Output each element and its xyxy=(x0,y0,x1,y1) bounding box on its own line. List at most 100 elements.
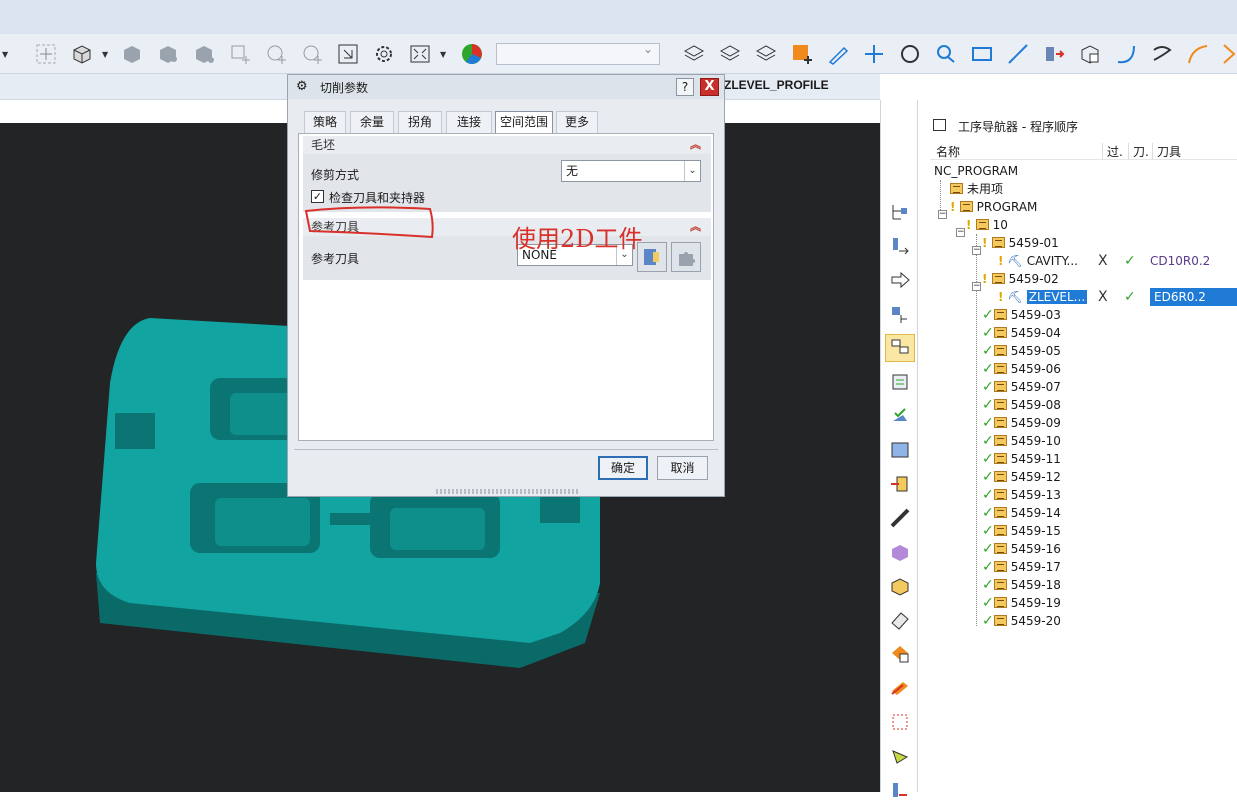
curve-icon[interactable] xyxy=(1112,40,1140,68)
import-icon[interactable] xyxy=(885,470,915,498)
tab-connect[interactable]: 连接 xyxy=(446,111,492,133)
orange-cube-icon[interactable] xyxy=(788,40,816,68)
chevron-right-icon[interactable] xyxy=(1214,40,1237,68)
collapse-toggle-icon[interactable]: − xyxy=(956,228,965,237)
program-order-icon[interactable] xyxy=(885,334,915,362)
trim-select[interactable]: 无 ⌄ xyxy=(561,160,701,182)
tree-row[interactable]: ✓ 5459-05 xyxy=(982,342,1061,360)
rectangle-icon[interactable] xyxy=(968,40,996,68)
orange-transform-icon[interactable] xyxy=(885,640,915,668)
cancel-button[interactable]: 取消 xyxy=(657,456,708,480)
tab-more[interactable]: 更多 xyxy=(556,111,598,133)
col-path[interactable]: 过. xyxy=(1102,143,1123,160)
search-point-icon[interactable] xyxy=(298,40,326,68)
shaded-multi-icon[interactable] xyxy=(154,40,182,68)
zoom-fit-icon[interactable] xyxy=(406,40,434,68)
collapse-toggle-icon[interactable]: − xyxy=(972,282,981,291)
operation-list-icon[interactable] xyxy=(885,368,915,396)
line-icon[interactable] xyxy=(1004,40,1032,68)
program-layers-icon[interactable] xyxy=(752,40,780,68)
workpiece-icon[interactable] xyxy=(885,538,915,566)
tool-layers-icon[interactable] xyxy=(680,40,708,68)
move-right-icon[interactable] xyxy=(885,266,915,294)
chevron-down-icon[interactable]: ▼ xyxy=(440,50,448,59)
layer-stack-icon[interactable] xyxy=(885,674,915,702)
tree-row[interactable]: ✓ 5459-15 xyxy=(982,522,1061,540)
curve-arc-icon[interactable] xyxy=(1184,40,1212,68)
tree-row[interactable]: ! 5459-02 xyxy=(982,270,1059,288)
collapse-toggle-icon[interactable]: − xyxy=(938,210,947,219)
tree-row[interactable]: ✓ 5459-16 xyxy=(982,540,1061,558)
tree-row[interactable]: ✓ 5459-07 xyxy=(982,378,1061,396)
cone-icon[interactable] xyxy=(885,742,915,770)
tree-row[interactable]: ! 5459-01 xyxy=(982,234,1059,252)
filter-select[interactable] xyxy=(496,42,660,65)
calendar-icon[interactable] xyxy=(885,436,915,464)
col-tool-status[interactable]: 刀. xyxy=(1128,143,1149,160)
tree-row[interactable]: ✓ 5459-08 xyxy=(982,396,1061,414)
col-tool[interactable]: 刀具 xyxy=(1152,143,1181,160)
tree-row[interactable]: ! ⛏ CAVITY... xyxy=(998,252,1078,270)
close-button[interactable]: X xyxy=(700,78,719,96)
tree-row[interactable]: ✓ 5459-20 xyxy=(982,612,1061,630)
tree-row[interactable]: 未用项 xyxy=(950,180,1003,198)
tree-row[interactable]: ✓ 5459-19 xyxy=(982,594,1061,612)
curve-s-icon[interactable] xyxy=(1148,40,1176,68)
tree-row[interactable]: ! 10 xyxy=(966,216,1008,234)
drill-arrow-icon[interactable] xyxy=(885,232,915,260)
tree-row[interactable]: ✓ 5459-04 xyxy=(982,324,1061,342)
circle-icon[interactable] xyxy=(896,40,924,68)
fit-view-icon[interactable] xyxy=(334,40,362,68)
tree-row[interactable]: ✓ 5459-17 xyxy=(982,558,1061,576)
tree-row[interactable]: ✓ 5459-13 xyxy=(982,486,1061,504)
tree-row[interactable]: ! ⛏ ZLEVEL... xyxy=(998,288,1088,306)
maximize-icon[interactable] xyxy=(933,119,946,131)
resize-grip[interactable] xyxy=(436,489,578,494)
tab-stock[interactable]: 余量 xyxy=(350,111,394,133)
probe-icon[interactable] xyxy=(1040,40,1068,68)
rotate-point-icon[interactable] xyxy=(262,40,290,68)
tree-row[interactable]: NC_PROGRAM xyxy=(934,162,1018,180)
chevron-down-icon[interactable]: ▼ xyxy=(2,50,10,59)
plus-icon[interactable] xyxy=(860,40,888,68)
bottom-tool-icon[interactable] xyxy=(885,776,915,804)
solid-box-icon[interactable] xyxy=(68,40,96,68)
sketch-point-icon[interactable] xyxy=(226,40,254,68)
blank-group-header[interactable]: 毛坯 ︽ xyxy=(303,136,711,154)
arc-icon[interactable] xyxy=(932,40,960,68)
tree-row[interactable]: ✓ 5459-18 xyxy=(982,576,1061,594)
collapse-icon[interactable]: ︽ xyxy=(690,136,701,154)
ok-button[interactable]: 确定 xyxy=(598,456,648,480)
tree-row[interactable]: ! PROGRAM xyxy=(950,198,1037,216)
operation-layers-icon[interactable] xyxy=(716,40,744,68)
help-button[interactable]: ? xyxy=(676,78,694,96)
settings-icon[interactable] xyxy=(370,40,398,68)
col-name[interactable]: 名称 xyxy=(936,143,960,160)
machine-tree-icon[interactable] xyxy=(885,198,915,226)
chevron-down-icon[interactable]: ⌄ xyxy=(684,161,700,181)
tree-row[interactable]: ✓ 5459-11 xyxy=(982,450,1061,468)
cube-op-icon[interactable] xyxy=(1076,40,1104,68)
shaded-box-icon[interactable] xyxy=(118,40,146,68)
collapse-toggle-icon[interactable]: − xyxy=(972,246,981,255)
tree-row[interactable]: ✓ 5459-09 xyxy=(982,414,1061,432)
shaded-group-icon[interactable] xyxy=(190,40,218,68)
snap-icon[interactable] xyxy=(32,40,60,68)
collapse-icon[interactable]: ︽ xyxy=(690,218,701,236)
wire-cube-icon[interactable] xyxy=(885,708,915,736)
tree-row[interactable]: ✓ 5459-12 xyxy=(982,468,1061,486)
tab-strategy[interactable]: 策略 xyxy=(304,111,346,133)
ruler-icon[interactable] xyxy=(885,504,915,532)
check-holder-checkbox[interactable]: ✓ xyxy=(311,190,324,203)
tab-containment[interactable]: 空间范围 xyxy=(495,111,553,134)
tree-row[interactable]: ✓ 5459-10 xyxy=(982,432,1061,450)
pen-icon[interactable] xyxy=(824,40,852,68)
tree-row[interactable]: ✓ 5459-14 xyxy=(982,504,1061,522)
chevron-down-icon[interactable]: ▼ xyxy=(102,50,110,59)
color-wheel-icon[interactable] xyxy=(458,40,486,68)
mill-check-icon[interactable] xyxy=(885,402,915,430)
tree-row[interactable]: ✓ 5459-06 xyxy=(982,360,1061,378)
geometry-icon[interactable] xyxy=(885,606,915,634)
tree-row[interactable]: ✓ 5459-03 xyxy=(982,306,1061,324)
dialog-title-bar[interactable]: ⚙ 切削参数 ? X xyxy=(288,75,724,99)
